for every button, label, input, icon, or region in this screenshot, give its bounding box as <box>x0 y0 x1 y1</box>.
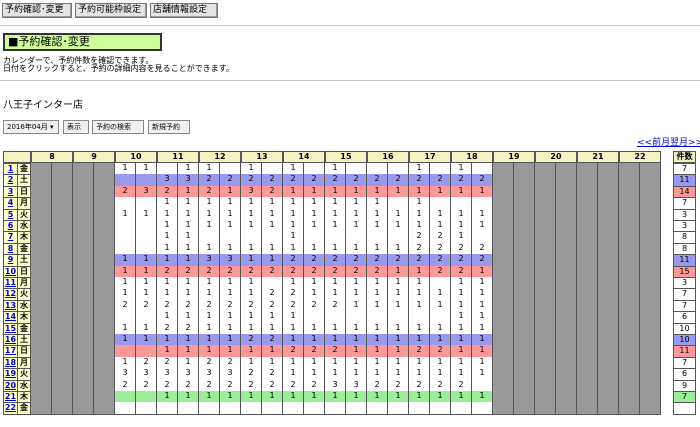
slot-cell <box>241 402 262 415</box>
slot-cell <box>640 402 661 415</box>
slot-cell <box>52 402 73 415</box>
slot-cell <box>199 402 220 415</box>
slot-cell <box>535 402 556 415</box>
total-header: 件数 <box>673 151 696 163</box>
slot-cell <box>388 402 409 415</box>
slot-cell <box>262 402 283 415</box>
hour-header: 12 <box>199 151 241 163</box>
hour-header: 15 <box>325 151 367 163</box>
slot-cell <box>451 402 472 415</box>
description-line-2: 日付をクリックすると、予約の詳細内容を見ることができます。 <box>3 64 234 73</box>
store-name: 八王子インター店 <box>3 100 83 111</box>
slot-cell <box>556 402 577 415</box>
hour-header: 17 <box>409 151 451 163</box>
daily-total <box>673 402 696 415</box>
hour-header: 22 <box>619 151 661 163</box>
hour-header: 13 <box>241 151 283 163</box>
slot-cell <box>598 402 619 415</box>
slot-cell <box>577 402 598 415</box>
slot-cell <box>472 402 493 415</box>
new-reservation-button[interactable]: 新規予約 <box>148 120 190 134</box>
slot-cell <box>430 402 451 415</box>
slot-cell <box>619 402 640 415</box>
hour-header: 18 <box>451 151 493 163</box>
slot-cell <box>157 402 178 415</box>
hour-header: 10 <box>115 151 157 163</box>
slot-cell <box>115 402 136 415</box>
slot-cell <box>409 402 430 415</box>
availability-settings-button[interactable]: 予約可能枠設定 <box>75 3 147 18</box>
hour-header: 21 <box>577 151 619 163</box>
slot-cell <box>220 402 241 415</box>
hour-header-blank <box>3 151 31 163</box>
slot-cell <box>94 402 115 415</box>
slot-cell <box>325 402 346 415</box>
slot-cell <box>304 402 325 415</box>
hour-header: 20 <box>535 151 577 163</box>
hour-header: 11 <box>157 151 199 163</box>
show-button[interactable]: 表示 <box>63 120 89 134</box>
store-info-settings-button[interactable]: 店舗情報設定 <box>150 3 218 18</box>
next-month-link[interactable]: 翌月>> <box>670 135 700 148</box>
hour-header: 14 <box>283 151 325 163</box>
search-reservation-button[interactable]: 予約の検索 <box>92 120 144 134</box>
hour-header: 16 <box>367 151 409 163</box>
section-description: カレンダーで、予約件数を確認できます。 日付をクリックすると、予約の詳細内容を見… <box>3 57 234 73</box>
slot-cell <box>73 402 94 415</box>
hour-header: 19 <box>493 151 535 163</box>
slot-cell <box>346 402 367 415</box>
weekday-label: 金 <box>17 402 31 415</box>
slot-cell <box>514 402 535 415</box>
slot-cell <box>367 402 388 415</box>
top-divider <box>0 25 700 26</box>
section-divider <box>0 80 700 81</box>
reservation-calendar-grid: 8 9 10 11 12 13 14 15 16 17 18 19 20 21 22 件数 1 金 1 1 1 1 1 1 1 1… <box>3 151 696 427</box>
slot-cell <box>283 402 304 415</box>
confirm-change-tab-button[interactable]: 予約確認･変更 <box>2 3 72 18</box>
hour-header: 8 <box>31 151 73 163</box>
slot-cell <box>31 402 52 415</box>
hour-header: 9 <box>73 151 115 163</box>
section-title: ■予約確認･変更 <box>3 33 162 51</box>
date-link[interactable]: 22 <box>3 402 18 415</box>
slot-cell <box>136 402 157 415</box>
month-select[interactable]: 2016年04月 ▾ <box>3 120 59 134</box>
slot-cell <box>178 402 199 415</box>
prev-month-link[interactable]: <<前月 <box>637 135 670 148</box>
slot-cell <box>493 402 514 415</box>
